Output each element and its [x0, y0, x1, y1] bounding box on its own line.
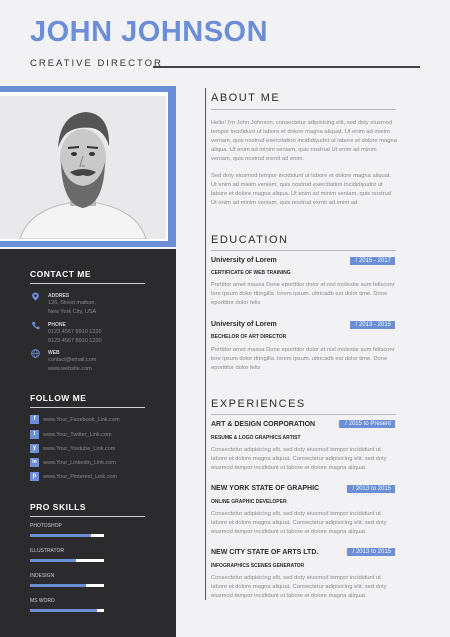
- contact-title: CONTACT ME: [30, 269, 92, 279]
- skill-bar: [30, 559, 104, 562]
- skill-bar-fill: [30, 534, 91, 537]
- company-name: ART & DESIGN CORPORATION: [211, 421, 316, 428]
- date-badge: / 2013 to 2015: [346, 548, 395, 556]
- job-position: ONLINE GRAPHIC DEVELOPER: [211, 499, 287, 505]
- header-divider: [153, 66, 420, 68]
- skill-bar-fill: [30, 584, 86, 587]
- phone-line-2: 0123 4567 8910 1230: [48, 338, 102, 344]
- about-divider: [211, 109, 396, 110]
- profile-photo: [0, 96, 166, 239]
- job-position: INFOGRAPHICS SCENES GENERATOR: [211, 563, 305, 569]
- skill-label: MS WORD: [30, 598, 55, 604]
- skill-bar: [30, 534, 104, 537]
- linkedin-icon[interactable]: in: [30, 458, 39, 467]
- email-value[interactable]: contact@email.com: [48, 356, 96, 365]
- company-name: NEW YORK STATE OF GRAPHIC: [211, 485, 320, 492]
- date-badge: / 2013 to 2015: [346, 485, 395, 493]
- resume-name: JOHN JOHNSON: [30, 16, 269, 48]
- twitter-icon[interactable]: t: [30, 430, 39, 439]
- skill-label: INDESIGN: [30, 573, 55, 579]
- experience-description: Consectetur adipisicing elit, sed doty e…: [211, 575, 387, 599]
- about-paragraph: Hello! I'm John Johnson, consectetur adi…: [211, 120, 397, 162]
- pinterest-icon[interactable]: p: [30, 472, 39, 481]
- experience-description: Consectetur adipisicing elit, sed doty e…: [211, 447, 387, 471]
- date-badge: / 2013 - 2015: [349, 321, 395, 329]
- date-badge: / 2015 to Present: [339, 420, 395, 428]
- location-pin-icon: [32, 292, 39, 301]
- education-description: Porttitor amet massa Done eporttitor dol…: [211, 347, 395, 371]
- facebook-icon[interactable]: f: [30, 415, 39, 424]
- skill-bar-fill: [30, 609, 97, 612]
- experiences-title: EXPERIENCES: [211, 398, 306, 410]
- about-title: ABOUT ME: [211, 92, 281, 104]
- skill-label: ILLUSTRATOR: [30, 548, 64, 554]
- website-value[interactable]: www.website.com: [48, 365, 92, 374]
- experience-description: Consectetur adipisicing elit, sed doty e…: [211, 511, 387, 535]
- skills-divider: [30, 516, 145, 517]
- twitter-link[interactable]: www.Your_Twitter_Link.com: [43, 432, 112, 438]
- youtube-icon[interactable]: y: [30, 444, 39, 453]
- degree-title: BECHELOR OF ART DIRECTOR: [211, 334, 287, 340]
- skill-bar: [30, 584, 104, 587]
- skills-title: PRO SKILLS: [30, 502, 87, 512]
- company-name: NEW CITY STATE OF ARTS LTD.: [211, 549, 319, 556]
- follow-title: FOLLOW ME: [30, 393, 87, 403]
- pinterest-link[interactable]: www.Your_Pinterest_Link.com: [43, 474, 117, 480]
- globe-icon: [31, 349, 40, 358]
- school-name: University of Lorem: [211, 321, 277, 328]
- youtube-link[interactable]: www.Your_Youtube_Link.com: [43, 446, 115, 452]
- contact-divider: [30, 283, 145, 284]
- skill-bar-fill: [30, 559, 76, 562]
- degree-title: CERTIFICATE OF WEB TRAINING: [211, 270, 291, 276]
- date-badge: / 2015 - 2017: [349, 257, 395, 265]
- about-paragraph: Sed doty eiusmod tempor incididunt ut la…: [211, 173, 392, 206]
- bearded-man-illustration: [0, 96, 166, 239]
- education-description: Porttitor amet massa Done eporttitor dol…: [211, 282, 395, 306]
- phone-line-1: 0123 4567 8910 1230: [48, 329, 102, 335]
- education-divider: [211, 250, 396, 251]
- job-position: RESUME & LOGO GRAPHICS ARTIST: [211, 435, 301, 441]
- linkedin-link[interactable]: www.Your_Linkedin_Link.com: [43, 460, 116, 466]
- follow-divider: [30, 407, 145, 408]
- skill-label: PHOTOSHOP: [30, 523, 62, 529]
- timeline-divider: [205, 88, 206, 600]
- skill-bar: [30, 609, 104, 612]
- phone-icon: [31, 321, 40, 330]
- experiences-divider: [211, 414, 396, 415]
- education-title: EDUCATION: [211, 234, 289, 246]
- resume-role: CREATIVE DIRECTOR: [30, 58, 163, 69]
- address-line-2: New York City, USA: [48, 309, 97, 315]
- school-name: University of Lorem: [211, 257, 277, 264]
- facebook-link[interactable]: www.Your_Facebook_Link.com: [43, 417, 120, 423]
- address-line-1: 126, Street maibon,: [48, 300, 97, 306]
